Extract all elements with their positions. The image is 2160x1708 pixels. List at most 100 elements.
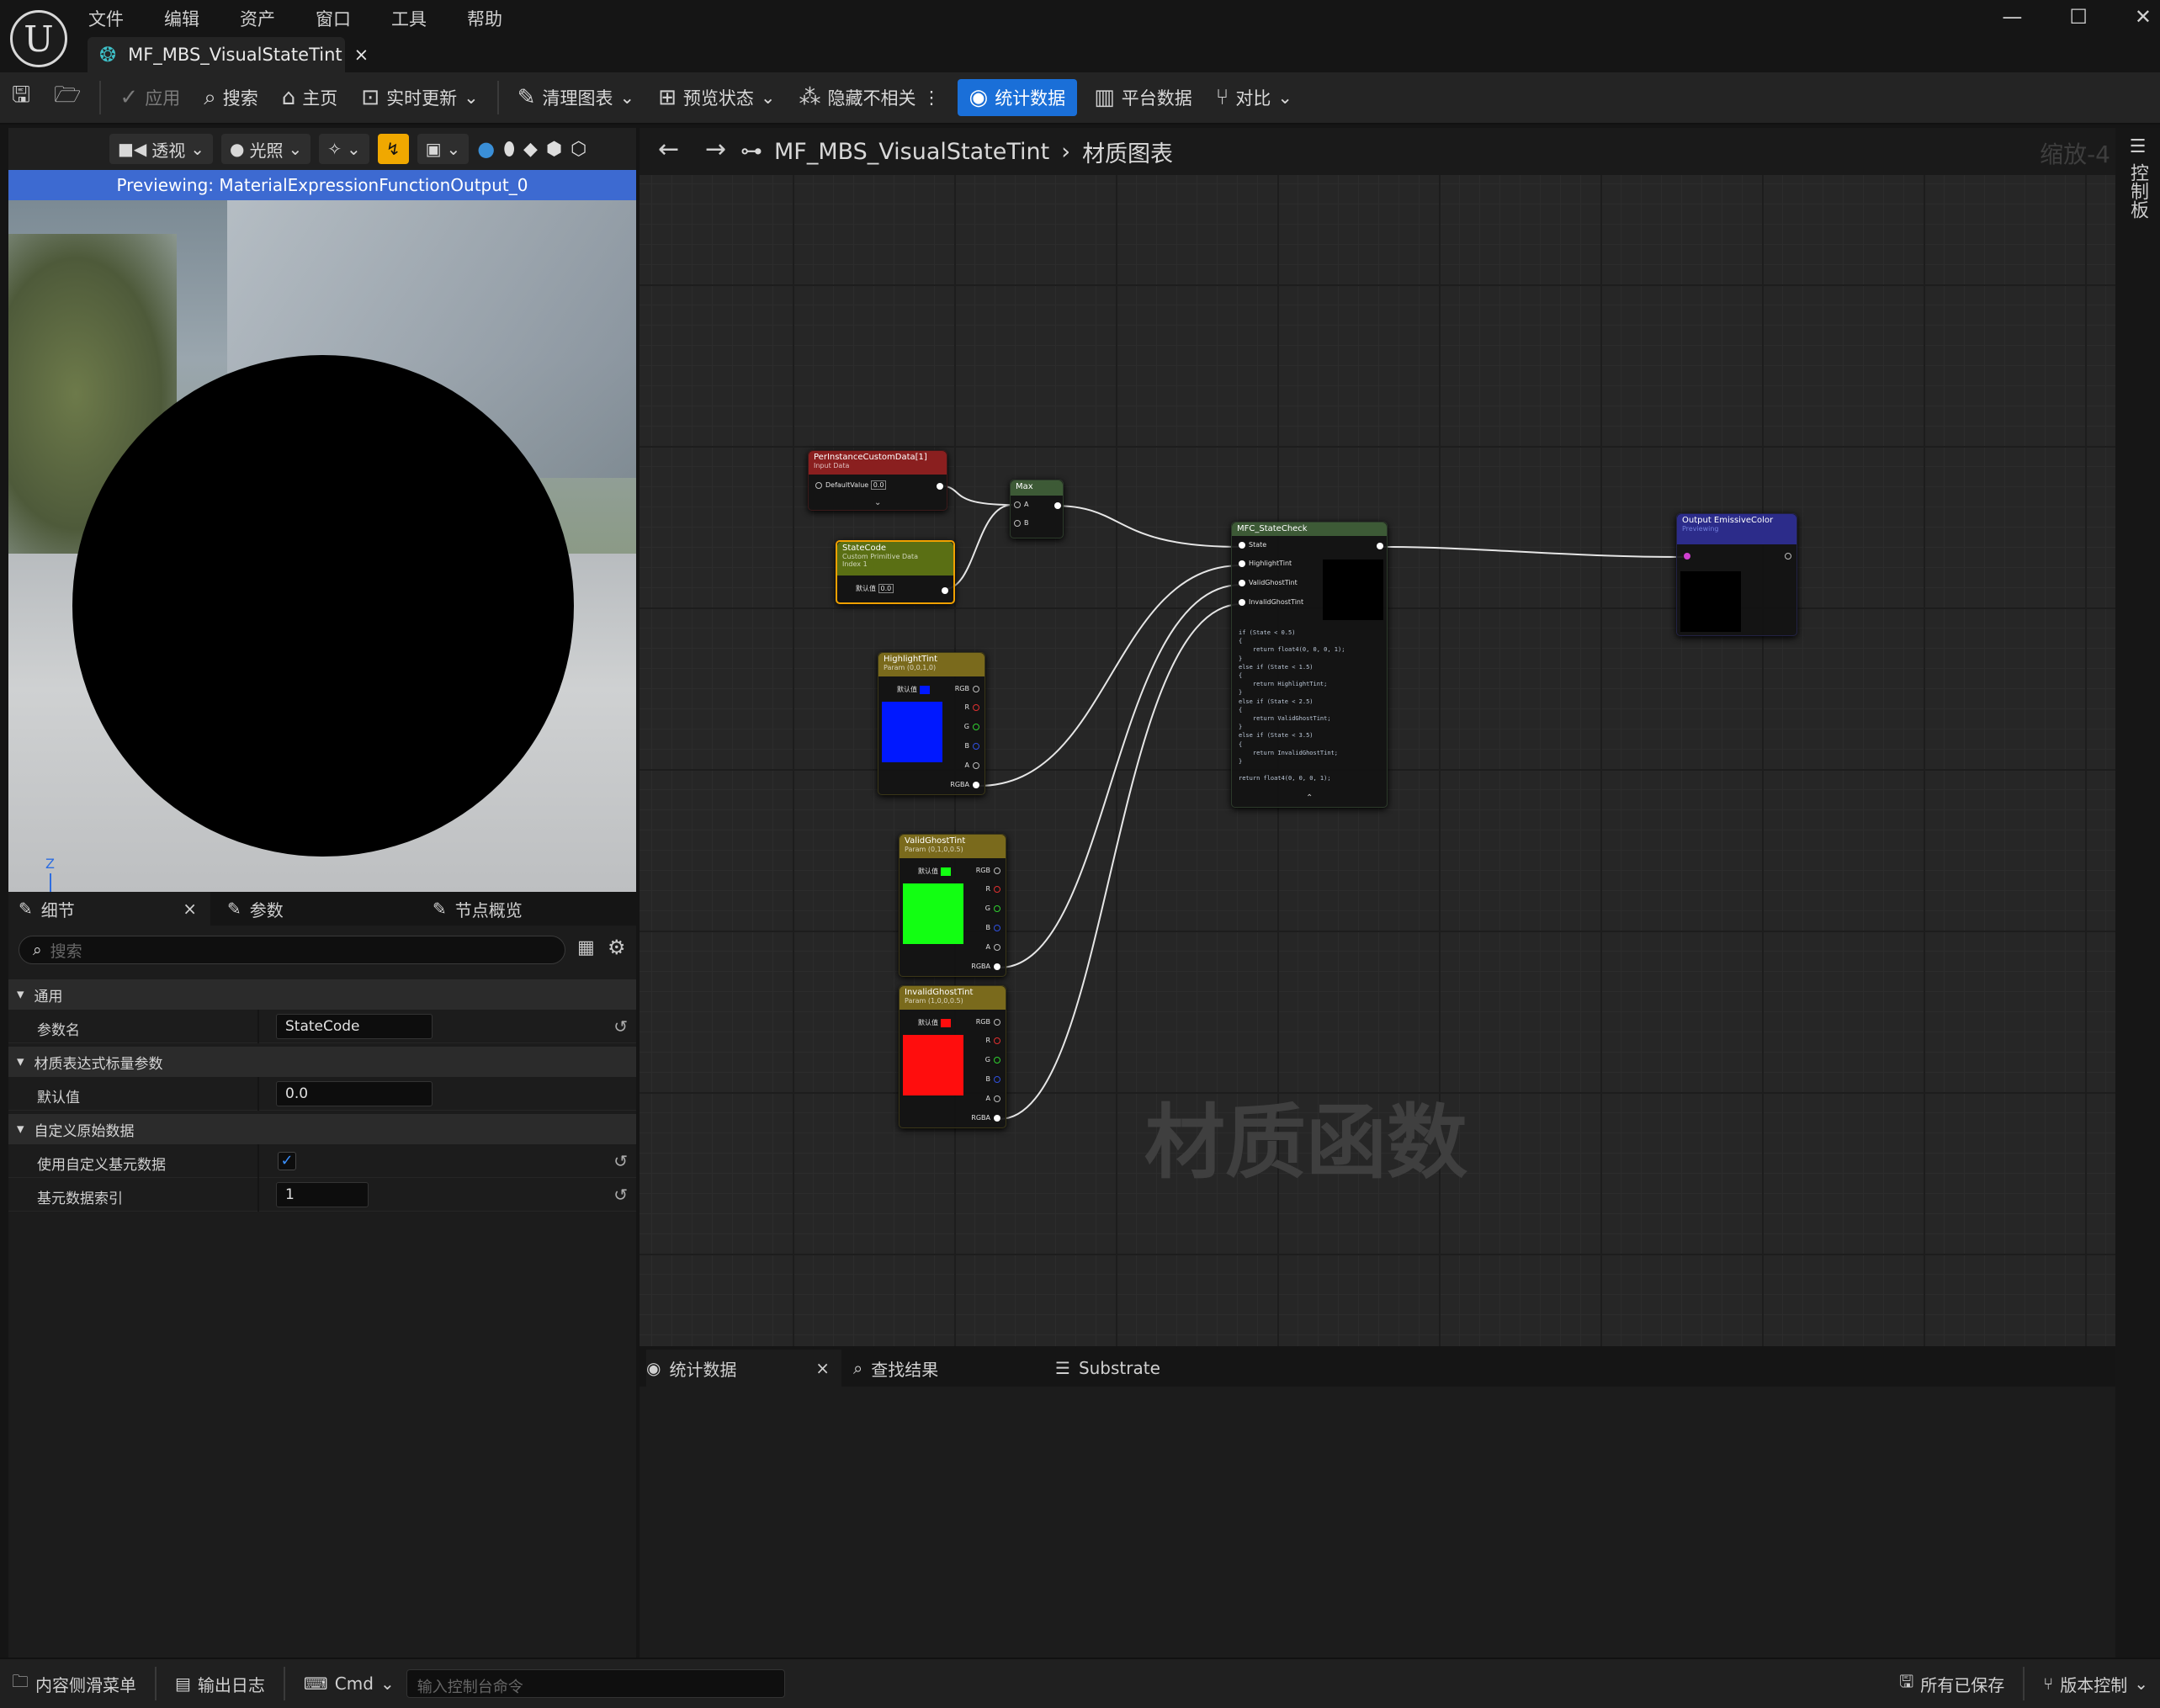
color-chip[interactable]	[919, 685, 930, 694]
pin-value[interactable]: 0.0	[878, 584, 894, 593]
section-custom-primitive[interactable]: ▾ 自定义原始数据	[8, 1114, 636, 1144]
tab-stats[interactable]: ◉ 统计数据 ×	[646, 1350, 841, 1387]
clean-graph-button[interactable]: ✎ 清理图表 ⌄	[506, 72, 646, 124]
realtime-toggle[interactable]: ↯	[377, 134, 409, 164]
use-custom-primitive-checkbox[interactable]: ✓	[278, 1152, 296, 1170]
primitive-index-field[interactable]: 1	[276, 1182, 369, 1207]
unreal-logo-icon[interactable]: U	[10, 10, 67, 67]
node-max[interactable]: Max A B	[1010, 480, 1064, 538]
pin-rgba[interactable]: RGBA	[971, 1114, 1004, 1122]
node-valid-ghost-tint[interactable]: ValidGhostTint Param (0,1,0,0.5) 默认值 RGB…	[899, 834, 1006, 977]
browse-button[interactable]: 🗁	[42, 72, 93, 124]
palette-tab[interactable]: ☰ 控制板	[2124, 136, 2151, 219]
pin-r[interactable]: R	[985, 885, 1004, 893]
platform-stats-button[interactable]: ▥ 平台数据	[1082, 72, 1204, 124]
tab-parameters[interactable]: ✎ 参数	[217, 892, 284, 926]
pin-highlight-tint[interactable]: HighlightTint	[1235, 560, 1292, 567]
tab-details[interactable]: ✎ 细节 ×	[8, 892, 210, 926]
input-pin-icon[interactable]	[1684, 553, 1690, 560]
maximize-icon[interactable]: ☐	[2069, 5, 2088, 29]
pin-r[interactable]: R	[985, 1037, 1004, 1044]
asset-tab[interactable]: ❂ MF_MBS_VisualStateTint ×	[88, 37, 369, 72]
close-icon[interactable]: ×	[183, 899, 197, 919]
close-window-icon[interactable]: ✕	[2135, 5, 2152, 29]
perspective-button[interactable]: ■◀ 透视 ⌄	[109, 134, 214, 164]
search-button[interactable]: ⌕ 搜索	[192, 72, 270, 124]
pin-a[interactable]: A	[986, 1095, 1004, 1102]
param-name-field[interactable]: StateCode	[276, 1014, 433, 1039]
pin-rgb[interactable]: RGB	[976, 867, 1004, 874]
node-mfc-state-check[interactable]: MFC_StateCheck State HighlightTint Valid…	[1231, 522, 1388, 808]
details-search-input[interactable]: ⌕ 搜索	[19, 936, 565, 964]
default-value-field[interactable]: 0.0	[276, 1081, 433, 1106]
menu-file[interactable]: 文件	[88, 6, 124, 31]
pin-rgba[interactable]: RGBA	[971, 963, 1004, 970]
reset-icon[interactable]: ↺	[613, 1151, 628, 1171]
console-command-input[interactable]: 输入控制台命令	[406, 1669, 785, 1698]
pin-rgba[interactable]: RGBA	[950, 781, 983, 788]
live-update-button[interactable]: ⊡ 实时更新 ⌄	[349, 72, 490, 124]
output-pin-icon[interactable]	[1785, 553, 1791, 560]
cylinder-mesh-icon[interactable]: ⬮	[503, 139, 515, 160]
node-output-emissive[interactable]: Output EmissiveColor Previewing	[1676, 513, 1797, 636]
tab-node-overview[interactable]: ✎ 节点概览	[422, 892, 523, 926]
section-general[interactable]: ▾ 通用	[8, 979, 636, 1010]
pin-g[interactable]: G	[964, 723, 983, 730]
pin-default[interactable]: 默认值 0.0	[856, 584, 894, 593]
expand-chevron-icon[interactable]: ⌄	[874, 498, 881, 507]
pin-default-value[interactable]: DefaultValue 0.0	[812, 480, 887, 490]
close-icon[interactable]: ×	[815, 1358, 830, 1378]
table-view-icon[interactable]: ▦	[577, 937, 595, 958]
custom-mesh-icon[interactable]: ⬡	[571, 139, 586, 160]
node-invalid-ghost-tint[interactable]: InvalidGhostTint Param (1,0,0,0.5) 默认值 R…	[899, 985, 1006, 1128]
sphere-mesh-icon[interactable]: ●	[477, 137, 495, 161]
home-button[interactable]: ⌂ 主页	[270, 72, 350, 124]
tab-find-results[interactable]: ⌕ 查找结果	[853, 1350, 938, 1387]
menu-window[interactable]: 窗口	[316, 6, 351, 31]
output-pin-icon[interactable]	[942, 587, 948, 594]
output-pin-icon[interactable]	[1377, 543, 1383, 549]
tab-close-icon[interactable]: ×	[354, 45, 369, 65]
apply-button[interactable]: ✓ 应用	[108, 72, 192, 124]
content-drawer-button[interactable]: 🗀 内容侧滑菜单	[0, 1659, 148, 1708]
collapse-chevron-icon[interactable]: ⌃	[1306, 793, 1313, 803]
minimize-icon[interactable]: —	[2002, 5, 2022, 29]
node-per-instance-custom-data[interactable]: PerInstanceCustomData[1] Input Data Defa…	[808, 450, 947, 511]
pin-value[interactable]: 0.0	[870, 480, 887, 490]
pin-g[interactable]: G	[985, 1056, 1004, 1064]
source-control-button[interactable]: ⑂ 版本控制 ⌄	[2031, 1659, 2160, 1708]
stats-button[interactable]: ◉ 统计数据	[957, 79, 1078, 116]
preview-viewport[interactable]: ■◀ 透视 ⌄ ● 光照 ⌄ ✧ ⌄ ↯ ▣ ⌄ ● ⬮ ◆ ⬢ ⬡ Previewing:…	[8, 128, 636, 892]
pin-b[interactable]: B	[986, 1075, 1005, 1083]
pin-invalid-ghost-tint[interactable]: InvalidGhostTint	[1235, 598, 1303, 606]
cmd-dropdown[interactable]: ⌨ Cmd ⌄	[292, 1659, 406, 1708]
tab-substrate[interactable]: ☰ Substrate	[1055, 1350, 1160, 1387]
reset-icon[interactable]: ↺	[613, 1185, 628, 1205]
preview-mesh-button[interactable]: ▣ ⌄	[417, 134, 470, 164]
pin-default[interactable]: 默认值	[918, 1018, 951, 1027]
pin-b[interactable]: B	[986, 924, 1005, 931]
section-scalar-param[interactable]: ▾ 材质表达式标量参数	[8, 1047, 636, 1077]
lit-button[interactable]: ● 光照 ⌄	[221, 134, 311, 164]
menu-edit[interactable]: 编辑	[164, 6, 199, 31]
output-pin-icon[interactable]	[1054, 502, 1061, 509]
output-log-button[interactable]: ▤ 输出日志	[163, 1659, 277, 1708]
color-chip[interactable]	[940, 1018, 951, 1027]
pin-a[interactable]: A	[1011, 501, 1028, 508]
menu-asset[interactable]: 资产	[240, 6, 275, 31]
pin-rgb[interactable]: RGB	[976, 1018, 1004, 1026]
pin-default[interactable]: 默认值	[897, 685, 930, 694]
plane-mesh-icon[interactable]: ◆	[523, 139, 538, 160]
pin-valid-ghost-tint[interactable]: ValidGhostTint	[1235, 579, 1298, 586]
save-button[interactable]: 🖫	[0, 72, 42, 124]
pin-state[interactable]: State	[1235, 541, 1266, 549]
menu-tools[interactable]: 工具	[391, 6, 427, 31]
cube-mesh-icon[interactable]: ⬢	[546, 139, 562, 160]
all-saved-button[interactable]: 🖫 所有已保存	[1887, 1659, 2016, 1708]
pin-a[interactable]: A	[986, 943, 1004, 951]
pin-a[interactable]: A	[965, 761, 983, 769]
pin-g[interactable]: G	[985, 904, 1004, 912]
reset-icon[interactable]: ↺	[613, 1016, 628, 1037]
pin-rgb[interactable]: RGB	[955, 685, 983, 692]
node-state-code[interactable]: StateCode Custom Primitive Data Index 1 …	[836, 540, 955, 604]
